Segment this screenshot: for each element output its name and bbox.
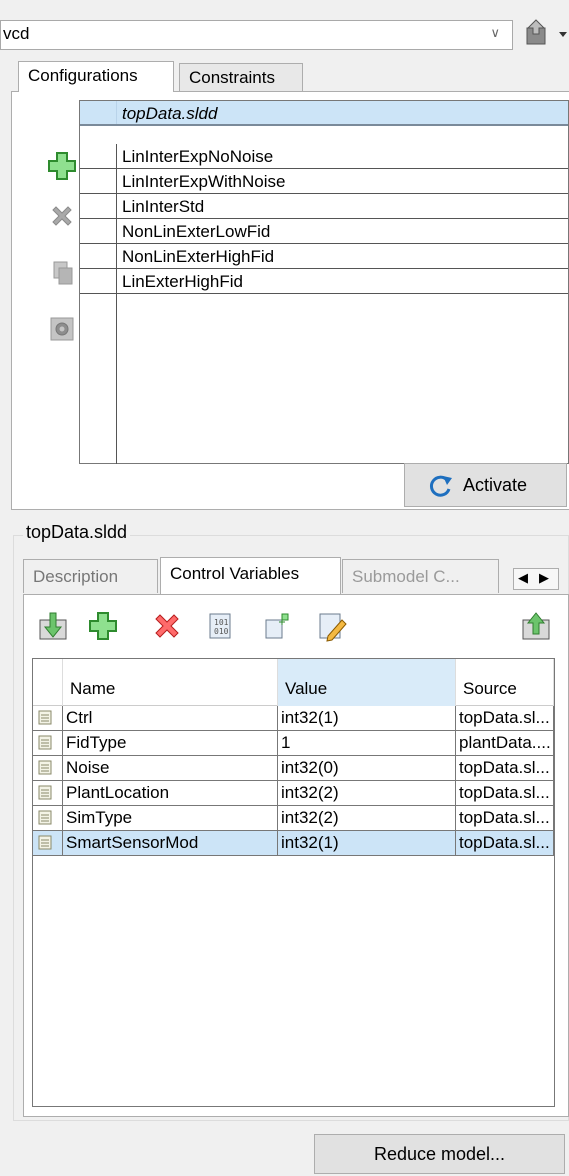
add-to-config-button[interactable] <box>262 610 294 642</box>
cell-source: topData.sl... <box>456 756 554 780</box>
cell-value[interactable]: int32(2) <box>278 806 456 830</box>
reduce-model-label: Reduce model... <box>373 1144 506 1164</box>
configurations-table: topData.sldd LinInterExpNoNoise LinInter… <box>79 100 569 464</box>
import-variables-button[interactable] <box>37 610 69 642</box>
variable-icon <box>33 781 63 805</box>
add-variable-button[interactable] <box>87 610 119 642</box>
cell-source: plantData.... <box>456 731 554 755</box>
config-row-label: LinInterExpNoNoise <box>122 147 274 166</box>
gear-icon <box>50 317 74 341</box>
tab-configurations[interactable]: Configurations <box>18 61 174 92</box>
edit-variable-button[interactable] <box>316 610 348 642</box>
config-row[interactable]: LinInterExpWithNoise <box>80 169 568 194</box>
group-title: topData.sldd <box>23 522 131 543</box>
scroll-left-icon[interactable]: ◀ <box>518 570 528 586</box>
column-header-name[interactable]: Name <box>63 659 278 706</box>
table-row[interactable]: SimType int32(2) topData.sl... <box>33 806 554 831</box>
delete-config-button[interactable] <box>46 200 78 232</box>
tab-configurations-label: Configurations <box>28 66 138 85</box>
cell-value[interactable]: int32(0) <box>278 756 456 780</box>
table-row[interactable]: PlantLocation int32(2) topData.sl... <box>33 781 554 806</box>
config-row[interactable]: LinInterStd <box>80 194 568 219</box>
activate-button[interactable]: Activate <box>404 463 567 507</box>
config-row[interactable]: LinExterHighFid <box>80 269 568 294</box>
cell-name: PlantLocation <box>63 781 278 805</box>
cell-source: topData.sl... <box>456 706 554 730</box>
config-header-label: topData.sldd <box>122 104 218 123</box>
control-variables-table: Name Value Source Ctrl int32(1) topData.… <box>32 658 555 1107</box>
delete-variable-button[interactable] <box>151 610 183 642</box>
tab-submodel-label: Submodel C... <box>352 567 460 586</box>
variable-icon <box>33 706 63 730</box>
tab-control-variables-label: Control Variables <box>170 564 300 583</box>
table-header: Name Value Source <box>33 659 554 706</box>
config-row[interactable]: LinInterExpNoNoise <box>80 144 568 169</box>
tab-constraints-label: Constraints <box>189 68 275 87</box>
config-settings-button[interactable] <box>46 312 78 344</box>
column-header-value[interactable]: Value <box>278 659 456 706</box>
tab-description-label: Description <box>33 567 119 586</box>
cell-source: topData.sl... <box>456 806 554 830</box>
column-header-source[interactable]: Source <box>456 659 554 706</box>
reduce-model-button[interactable]: Reduce model... <box>314 1134 565 1174</box>
edit-icon <box>319 613 347 642</box>
tab-scroller: ◀ ▶ <box>513 568 559 590</box>
table-row[interactable]: Noise int32(0) topData.sl... <box>33 756 554 781</box>
scroll-right-icon[interactable]: ▶ <box>539 570 549 586</box>
cell-name: Ctrl <box>63 706 278 730</box>
plus-icon <box>89 612 117 640</box>
open-model-icon <box>526 19 567 45</box>
config-row-label: LinInterStd <box>122 197 205 216</box>
cell-name: Noise <box>63 756 278 780</box>
config-row[interactable]: NonLinExterHighFid <box>80 244 568 269</box>
model-combo-value: vcd <box>3 24 30 43</box>
config-header-row[interactable]: topData.sldd <box>80 101 568 126</box>
cell-name: FidType <box>63 731 278 755</box>
activate-label: Activate <box>463 475 528 495</box>
config-row[interactable]: NonLinExterLowFid <box>80 219 568 244</box>
model-menu-button[interactable] <box>523 18 569 52</box>
cell-value[interactable]: int32(1) <box>278 706 456 730</box>
cell-value[interactable]: int32(2) <box>278 781 456 805</box>
svg-text:010: 010 <box>214 627 229 636</box>
svg-text:101: 101 <box>214 618 229 627</box>
table-row[interactable]: Ctrl int32(1) topData.sl... <box>33 706 554 731</box>
tab-description[interactable]: Description <box>23 559 158 593</box>
tab-submodel[interactable]: Submodel C... <box>342 559 499 593</box>
config-row-label: NonLinExterLowFid <box>122 222 271 241</box>
variable-icon <box>33 831 63 855</box>
variable-icon: 101 010 <box>209 613 231 639</box>
table-row[interactable]: SmartSensorMod int32(1) topData.sl... <box>33 831 554 856</box>
tab-constraints[interactable]: Constraints <box>179 63 303 92</box>
add-config-button[interactable] <box>46 150 78 182</box>
model-combo[interactable]: vcd ∨ <box>0 20 513 50</box>
cell-source: topData.sl... <box>456 781 554 805</box>
config-row-label: LinInterExpWithNoise <box>122 172 286 191</box>
export-variables-button[interactable] <box>520 610 552 642</box>
close-icon <box>52 206 72 226</box>
config-row-label: LinExterHighFid <box>122 272 243 291</box>
import-icon <box>39 612 67 640</box>
variable-details-button[interactable]: 101 010 <box>204 610 236 642</box>
variable-icon <box>33 756 63 780</box>
copy-config-button[interactable] <box>46 258 78 290</box>
cell-value[interactable]: 1 <box>278 731 456 755</box>
variable-add-icon <box>265 613 289 639</box>
tab-control-variables[interactable]: Control Variables <box>160 557 341 594</box>
table-row[interactable]: FidType 1 plantData.... <box>33 731 554 756</box>
cell-name: SimType <box>63 806 278 830</box>
chevron-down-icon[interactable]: ∨ <box>490 25 500 41</box>
cell-value[interactable]: int32(1) <box>278 831 456 855</box>
variable-icon <box>33 806 63 830</box>
refresh-icon <box>429 475 452 497</box>
cell-source: topData.sl... <box>456 831 554 855</box>
cell-name: SmartSensorMod <box>63 831 278 855</box>
close-icon <box>155 614 179 638</box>
export-icon <box>522 612 550 640</box>
copy-icon <box>53 261 73 285</box>
variable-icon <box>33 731 63 755</box>
config-row-label: NonLinExterHighFid <box>122 247 275 266</box>
plus-icon <box>48 152 76 180</box>
